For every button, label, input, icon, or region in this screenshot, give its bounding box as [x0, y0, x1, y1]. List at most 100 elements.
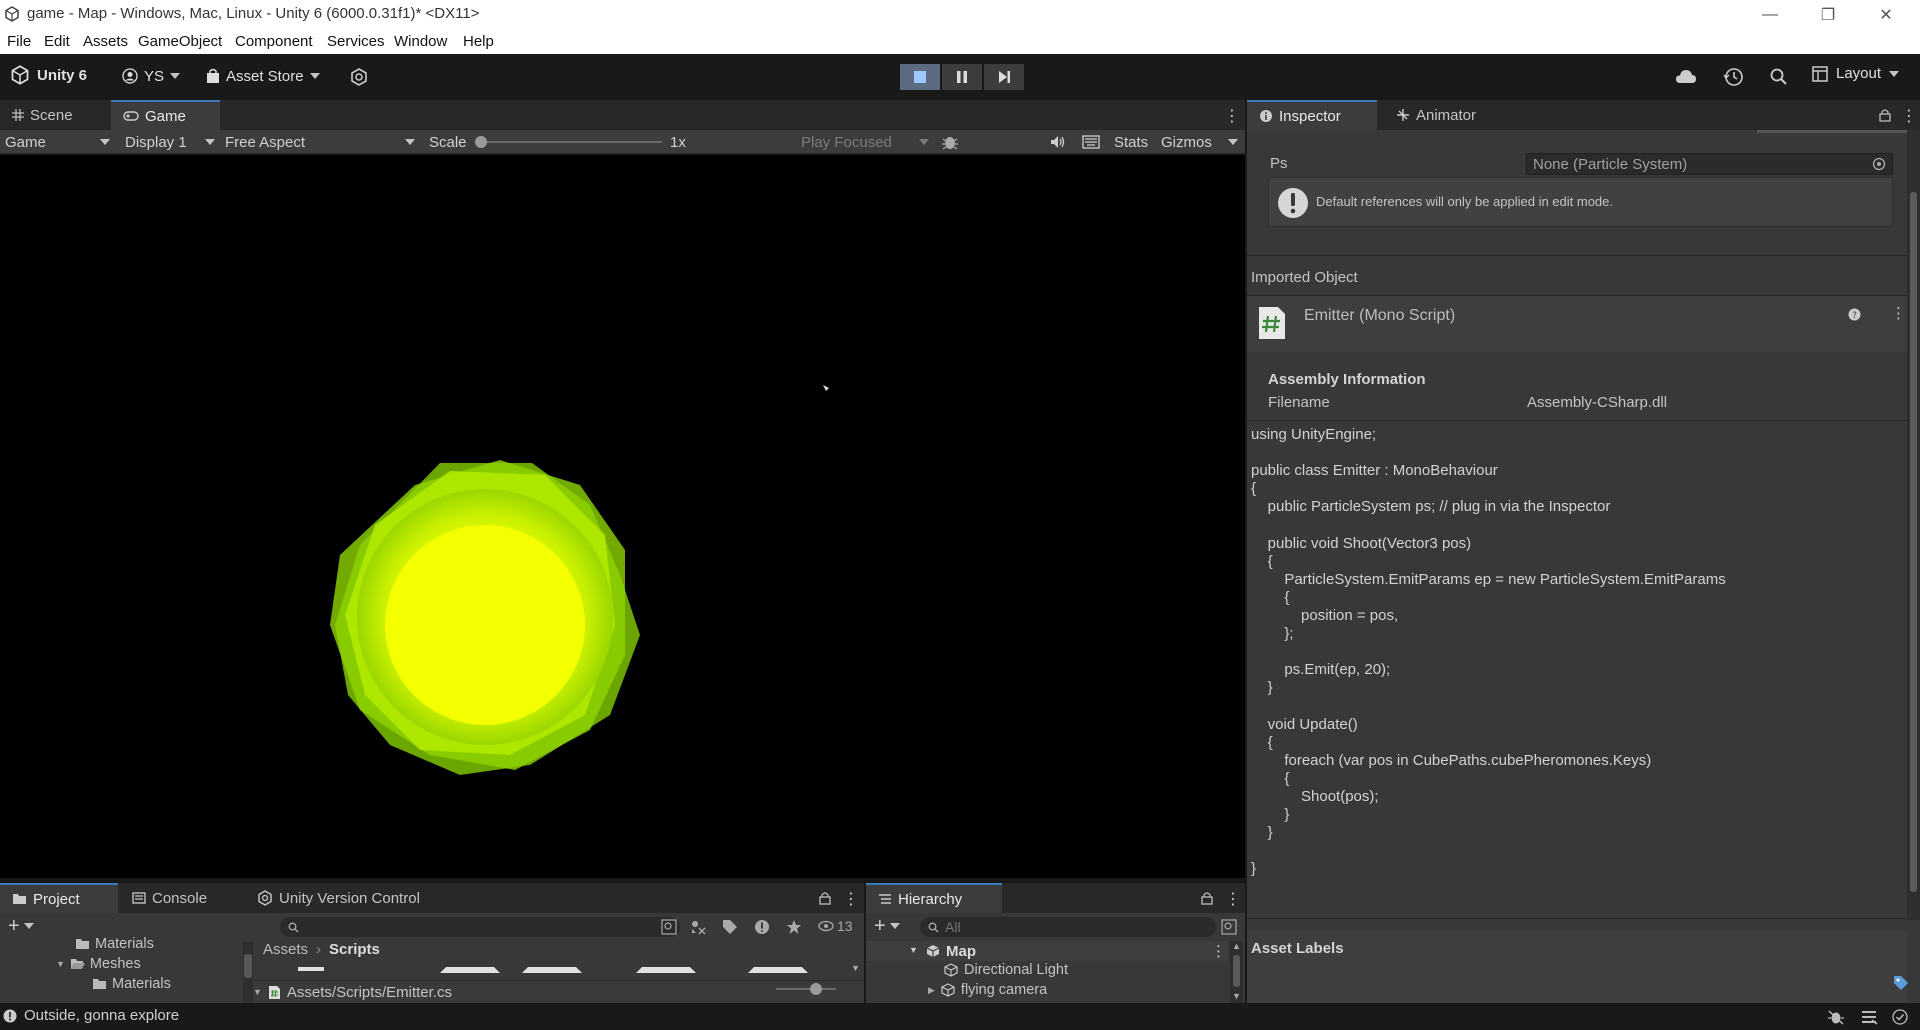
lock-icon[interactable] [819, 891, 831, 905]
search-icon[interactable] [1769, 67, 1789, 87]
hierarchy-scrollbar[interactable]: ▲ ▼ [1230, 941, 1243, 1003]
scene-row-map[interactable]: ▼ Map ⋮ [866, 941, 1228, 961]
asset-thumbnail[interactable] [298, 967, 324, 971]
history-icon[interactable] [1723, 66, 1745, 88]
scene-menu-icon[interactable]: ⋮ [1211, 942, 1226, 960]
warning-info-icon [1278, 188, 1308, 218]
label-tag-icon[interactable] [1893, 975, 1909, 991]
cache-server-icon[interactable] [1860, 1009, 1878, 1025]
menu-window[interactable]: Window [394, 33, 447, 50]
pause-button[interactable] [942, 64, 982, 90]
more-options-icon[interactable]: ⋮ [843, 889, 859, 909]
play-focused-dropdown[interactable]: Play Focused [801, 130, 929, 154]
object-picker-icon[interactable] [1872, 157, 1886, 171]
project-search-input[interactable] [280, 917, 680, 937]
game-viewport[interactable] [0, 155, 1245, 878]
tab-scene[interactable]: Scene [0, 100, 85, 130]
layout-dropdown[interactable]: Layout [1812, 65, 1900, 82]
search-scope-icon[interactable] [661, 919, 677, 935]
scale-slider-track[interactable] [480, 141, 662, 143]
asset-thumbnail[interactable] [636, 967, 696, 973]
tab-animator[interactable]: Animator [1384, 100, 1488, 130]
menu-component[interactable]: Component [235, 33, 313, 50]
asset-thumbnail[interactable] [522, 967, 582, 973]
filter-by-type-icon[interactable] [690, 919, 706, 935]
tab-console[interactable]: Console [120, 883, 219, 913]
menu-edit[interactable]: Edit [44, 33, 70, 50]
collapse-arrow-icon[interactable]: ▼ [253, 987, 262, 997]
create-asset-button[interactable]: + [8, 916, 34, 936]
ps-object-field[interactable]: None (Particle System) [1526, 153, 1893, 175]
stats-button[interactable]: Stats [1114, 130, 1148, 154]
asset-thumbnail[interactable] [748, 967, 808, 973]
help-icon[interactable]: ? [1848, 308, 1861, 321]
breadcrumb-scripts[interactable]: Scripts [329, 941, 380, 958]
filter-errors-icon[interactable] [754, 919, 770, 935]
menu-assets[interactable]: Assets [83, 33, 128, 50]
tree-scrollbar-thumb[interactable] [244, 954, 252, 978]
menu-file[interactable]: File [7, 33, 31, 50]
audio-mute-icon[interactable] [1049, 134, 1067, 150]
package-manager-icon[interactable] [349, 67, 369, 87]
keyboard-icon[interactable] [1082, 135, 1100, 149]
icon-size-slider-handle[interactable] [810, 983, 822, 995]
collapse-arrow-icon[interactable]: ▶ [928, 985, 935, 996]
filter-by-label-icon[interactable] [722, 919, 738, 935]
aspect-dropdown[interactable]: Free Aspect [225, 130, 415, 154]
tree-scrollbar[interactable] [243, 942, 253, 1002]
scale-slider-handle[interactable] [475, 136, 487, 148]
tab-hierarchy[interactable]: Hierarchy [866, 883, 1002, 913]
hierarchy-item-flying-camera[interactable]: ▶ flying camera [928, 982, 1047, 998]
unity-version-button[interactable]: Unity 6 [10, 65, 87, 85]
search-scope-icon[interactable] [1221, 919, 1237, 935]
create-object-button[interactable]: + [874, 916, 900, 936]
favorites-icon[interactable] [786, 919, 802, 935]
tab-project[interactable]: Project [0, 883, 118, 913]
bug-icon[interactable] [941, 133, 959, 151]
status-message[interactable]: Outside, gonna explore [24, 1007, 179, 1024]
progress-check-icon[interactable] [1892, 1009, 1908, 1025]
gizmos-button[interactable]: Gizmos [1161, 130, 1212, 154]
grid-scroll-down-icon[interactable]: ▼ [851, 963, 860, 973]
inspector-scrollbar-thumb[interactable] [1910, 192, 1917, 892]
hidden-packages-count[interactable]: 13 [818, 918, 853, 934]
icon-size-slider-track[interactable] [776, 988, 836, 990]
minimize-button[interactable]: — [1741, 0, 1799, 29]
account-button[interactable]: YS [116, 65, 186, 87]
close-button[interactable]: ✕ [1857, 0, 1915, 29]
tab-inspector[interactable]: Inspector [1247, 100, 1377, 130]
more-options-icon[interactable]: ⋮ [1901, 106, 1917, 126]
cloud-icon[interactable] [1675, 67, 1697, 87]
restore-button[interactable]: ❐ [1799, 0, 1857, 29]
breadcrumb-assets[interactable]: Assets [263, 941, 308, 958]
debug-off-icon[interactable] [1827, 1009, 1845, 1025]
asset-store-button[interactable]: Asset Store [200, 65, 326, 87]
gizmos-chevron-down-icon[interactable] [1228, 139, 1238, 145]
expand-arrow-icon[interactable]: ▼ [909, 945, 918, 955]
display-dropdown[interactable]: Display 1 [125, 130, 215, 154]
more-options-icon[interactable]: ⋮ [1224, 106, 1240, 126]
scroll-down-icon[interactable]: ▼ [1232, 991, 1241, 1001]
inspector-scrollbar[interactable] [1907, 130, 1920, 920]
scroll-up-icon[interactable]: ▲ [1232, 941, 1241, 951]
menu-help[interactable]: Help [463, 33, 494, 50]
game-mode-dropdown[interactable]: Game [5, 130, 110, 154]
lock-icon[interactable] [1201, 891, 1213, 905]
hierarchy-search-input[interactable]: All [920, 917, 1216, 937]
menu-services[interactable]: Services [327, 33, 385, 50]
expand-arrow-icon[interactable]: ▼ [56, 959, 65, 969]
tree-item-materials-sub[interactable]: Materials [92, 976, 171, 992]
hierarchy-scrollbar-thumb[interactable] [1233, 955, 1240, 987]
play-button[interactable] [900, 64, 940, 90]
tab-game[interactable]: Game [111, 100, 220, 130]
tab-version-control[interactable]: Unity Version Control [245, 883, 432, 913]
tree-item-materials[interactable]: Materials [75, 936, 154, 952]
menu-gameobject[interactable]: GameObject [138, 33, 222, 50]
lock-icon[interactable] [1879, 108, 1891, 122]
asset-thumbnail[interactable] [440, 967, 500, 973]
hierarchy-item-directional-light[interactable]: Directional Light [944, 962, 1068, 978]
tree-item-meshes[interactable]: ▼ Meshes [56, 956, 141, 972]
step-button[interactable] [984, 64, 1024, 90]
component-menu-icon[interactable]: ⋮ [1891, 304, 1906, 322]
more-options-icon[interactable]: ⋮ [1225, 889, 1241, 909]
